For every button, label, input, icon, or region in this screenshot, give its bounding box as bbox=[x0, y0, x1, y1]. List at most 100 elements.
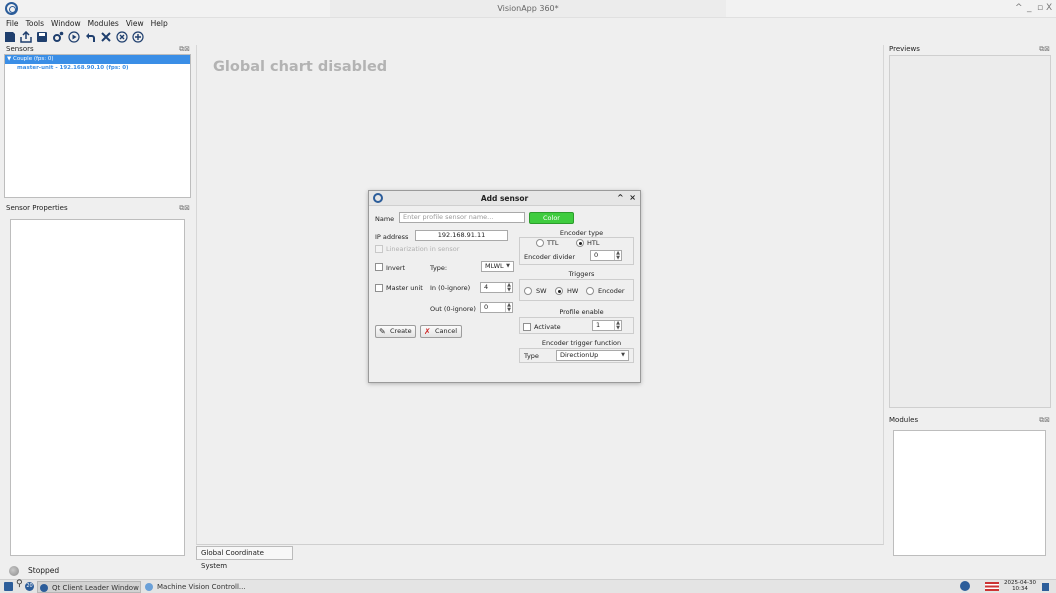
encoder-label: Encoder bbox=[598, 287, 625, 295]
spin-arrows-icon[interactable]: ▲ ▼ bbox=[614, 321, 621, 330]
window-title: VisionApp 360* bbox=[330, 0, 726, 17]
profile-enable-group: Activate 1 ▲ ▼ bbox=[519, 317, 634, 334]
chevron-down-icon: ▼ bbox=[506, 263, 510, 269]
app-logo-icon bbox=[5, 2, 18, 15]
close-icon[interactable]: X bbox=[1046, 3, 1052, 13]
sensors-tree: ▼ Couple (fps: 0) master-unit - 192.168.… bbox=[4, 54, 191, 198]
triggers-title: Triggers bbox=[568, 270, 595, 278]
stop-icon[interactable] bbox=[116, 31, 128, 43]
dialog-collapse-close-icon[interactable]: ^ × bbox=[617, 193, 636, 202]
cancel-button[interactable]: ✗ Cancel bbox=[420, 325, 462, 338]
menu-file[interactable]: File bbox=[6, 18, 19, 30]
sw-radio[interactable] bbox=[524, 287, 532, 295]
color-button[interactable]: Color bbox=[529, 212, 574, 224]
modules-panel-header: Modules ⧉⊠ bbox=[889, 416, 1052, 426]
menu-tools[interactable]: Tools bbox=[26, 18, 44, 30]
hw-radio[interactable] bbox=[555, 287, 563, 295]
invert-label: Invert bbox=[386, 264, 406, 272]
trigger-type-select[interactable]: DirectionUp ▼ bbox=[556, 350, 629, 361]
out-label: Out (0-ignore) bbox=[430, 305, 476, 313]
taskbar-item-machine-vision[interactable]: Machine Vision Controll... bbox=[143, 581, 253, 593]
add-icon[interactable] bbox=[132, 31, 144, 43]
add-sensor-dialog: Add sensor ^ × Name Enter profile sensor… bbox=[368, 190, 641, 383]
ttl-radio[interactable] bbox=[536, 239, 544, 247]
in-label: In (0-ignore) bbox=[430, 284, 471, 292]
tree-item-couple[interactable]: ▼ Couple (fps: 0) bbox=[5, 55, 190, 64]
htl-label: HTL bbox=[587, 239, 600, 247]
htl-radio[interactable] bbox=[576, 239, 584, 247]
title-bar: VisionApp 360* ^ _ ▫ X bbox=[0, 0, 1056, 18]
tab-global-coordinate-system[interactable]: Global Coordinate System bbox=[196, 546, 293, 570]
maximize-icon[interactable]: ▫ bbox=[1037, 3, 1043, 13]
panel-float-close-icon[interactable]: ⧉⊠ bbox=[179, 45, 190, 54]
in-spinbox[interactable]: 4 ▲ ▼ bbox=[480, 282, 513, 293]
invert-checkbox[interactable] bbox=[375, 263, 383, 271]
menu-help[interactable]: Help bbox=[151, 18, 168, 30]
taskbar: ⚲ 20 Qt Client Leader Window Machine Vis… bbox=[0, 579, 1056, 593]
master-unit-checkbox[interactable] bbox=[375, 284, 383, 292]
spin-arrows-icon[interactable]: ▲ ▼ bbox=[614, 251, 621, 260]
menu-modules[interactable]: Modules bbox=[88, 18, 119, 30]
linearization-checkbox bbox=[375, 245, 383, 253]
clock-time: 10:34 bbox=[1012, 586, 1028, 592]
menu-window[interactable]: Window bbox=[51, 18, 81, 30]
play-icon[interactable] bbox=[68, 31, 80, 43]
activate-label: Activate bbox=[534, 323, 561, 331]
machine-vision-icon bbox=[145, 583, 153, 591]
sensor-properties-box bbox=[10, 219, 185, 556]
activate-spinbox[interactable]: 1 ▲ ▼ bbox=[592, 320, 622, 331]
collapse-icon[interactable]: ^ bbox=[1015, 3, 1023, 13]
create-button-label: Create bbox=[390, 327, 412, 335]
panel-float-close-icon[interactable]: ⧉⊠ bbox=[1039, 45, 1050, 54]
notification-badge[interactable]: 20 bbox=[25, 582, 34, 591]
type-select-value: MLWL bbox=[485, 262, 504, 270]
encoder-divider-label: Encoder divider bbox=[524, 253, 576, 261]
ip-address-input[interactable]: 192.168.91.11 bbox=[415, 230, 508, 241]
panel-float-close-icon[interactable]: ⧉⊠ bbox=[179, 204, 190, 213]
panel-float-close-icon[interactable]: ⧉⊠ bbox=[1039, 416, 1050, 425]
encoder-radio[interactable] bbox=[586, 287, 594, 295]
ttl-label: TTL bbox=[547, 239, 559, 247]
profile-enable-title: Profile enable bbox=[559, 308, 604, 316]
save-icon[interactable] bbox=[4, 31, 16, 43]
taskbar-item-qt-client-label: Qt Client Leader Window bbox=[52, 584, 139, 592]
sensor-properties-title: Sensor Properties bbox=[6, 204, 68, 212]
status-bar: Stopped bbox=[0, 563, 1056, 579]
dialog-title-bar: Add sensor ^ × bbox=[369, 191, 640, 206]
tray-app-icon[interactable] bbox=[960, 581, 970, 591]
create-button[interactable]: ✎ Create bbox=[375, 325, 416, 338]
spin-arrows-icon[interactable]: ▲ ▼ bbox=[505, 303, 512, 312]
out-spinbox[interactable]: 0 ▲ ▼ bbox=[480, 302, 513, 313]
hw-label: HW bbox=[567, 287, 579, 295]
previews-panel-header: Previews ⧉⊠ bbox=[889, 45, 1052, 55]
taskbar-item-qt-client[interactable]: Qt Client Leader Window bbox=[37, 581, 141, 593]
sw-label: SW bbox=[536, 287, 547, 295]
spin-arrows-icon[interactable]: ▲ ▼ bbox=[505, 283, 512, 292]
trigger-type-value: DirectionUp bbox=[560, 351, 599, 359]
name-input[interactable]: Enter profile sensor name... bbox=[399, 212, 525, 223]
encoder-divider-spinbox[interactable]: 0 ▲ ▼ bbox=[590, 250, 622, 261]
encoder-trigger-title: Encoder trigger function bbox=[541, 339, 622, 347]
start-menu-icon[interactable] bbox=[4, 582, 13, 591]
master-unit-label: Master unit bbox=[386, 284, 423, 292]
minimize-icon[interactable]: _ bbox=[1027, 3, 1032, 13]
search-icon[interactable]: ⚲ bbox=[16, 579, 23, 589]
previews-box bbox=[889, 55, 1051, 408]
activate-checkbox[interactable] bbox=[523, 323, 531, 331]
save-as-icon[interactable] bbox=[36, 31, 48, 43]
tools-icon[interactable] bbox=[100, 31, 112, 43]
flag-icon[interactable] bbox=[985, 582, 999, 591]
show-desktop-icon[interactable] bbox=[1042, 583, 1049, 591]
dialog-title: Add sensor bbox=[480, 194, 529, 203]
sensor-properties-header: Sensor Properties ⧉⊠ bbox=[6, 204, 192, 214]
encoder-trigger-group: Type DirectionUp ▼ bbox=[519, 348, 634, 363]
tree-item-master-unit[interactable]: master-unit - 192.168.90.10 (fps: 0) bbox=[5, 64, 190, 73]
undo-icon[interactable] bbox=[84, 31, 96, 43]
type-select[interactable]: MLWL ▼ bbox=[481, 261, 514, 272]
clock[interactable]: 2025-04-30 10:34 bbox=[1002, 580, 1038, 592]
modules-panel-title: Modules bbox=[889, 416, 919, 424]
sensors-panel-title: Sensors bbox=[6, 45, 34, 53]
export-icon[interactable] bbox=[20, 31, 32, 43]
menu-view[interactable]: View bbox=[126, 18, 144, 30]
settings-icon[interactable] bbox=[52, 31, 64, 43]
